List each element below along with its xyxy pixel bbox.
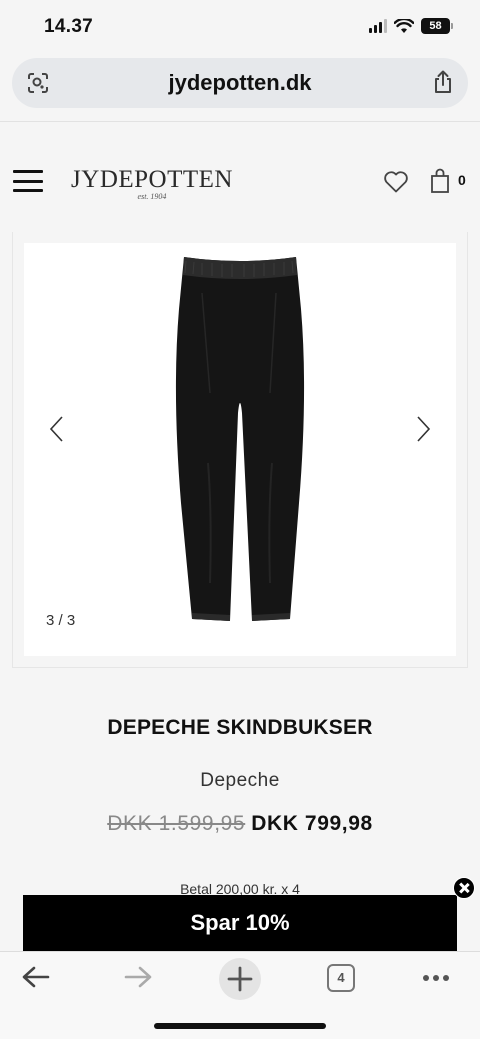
cart-count[interactable]: 0: [458, 172, 466, 188]
shopping-bag-icon[interactable]: [430, 168, 450, 194]
wifi-icon: [394, 18, 414, 33]
product-gallery[interactable]: 3 / 3: [24, 243, 456, 656]
chevron-right-icon[interactable]: [414, 415, 432, 443]
sale-price: DKK 799,98: [251, 812, 373, 835]
image-counter: 3 / 3: [46, 612, 76, 629]
old-price: DKK 1.599,95: [107, 812, 246, 835]
address-bar[interactable]: jydepotten.dk: [12, 58, 468, 108]
product-brand[interactable]: Depeche: [0, 770, 480, 792]
price-block: DKK 1.599,95 DKK 799,98: [0, 812, 480, 836]
hamburger-menu-icon[interactable]: [13, 170, 43, 192]
more-icon[interactable]: [422, 974, 450, 982]
heart-icon[interactable]: [383, 170, 409, 194]
arrow-right-icon[interactable]: [122, 962, 154, 992]
arrow-left-icon[interactable]: [20, 962, 52, 992]
status-bar: 14.37 58: [0, 0, 480, 52]
share-icon[interactable]: [432, 70, 454, 94]
site-logo[interactable]: JYDEPOTTEN est. 1904: [68, 166, 236, 201]
signal-icon: [369, 19, 387, 33]
tabs-icon[interactable]: 4: [327, 964, 355, 992]
close-icon[interactable]: [453, 877, 475, 899]
battery-indicator: 58: [421, 18, 453, 34]
chevron-left-icon[interactable]: [48, 415, 66, 443]
site-header: JYDEPOTTEN est. 1904 0: [0, 122, 480, 232]
plus-icon: [227, 966, 253, 992]
status-icons: 58: [369, 18, 453, 34]
url-text[interactable]: jydepotten.dk: [12, 70, 468, 96]
home-indicator: [154, 1023, 326, 1029]
product-image: [175, 257, 305, 621]
logo-text: JYDEPOTTEN: [71, 166, 233, 193]
promo-banner[interactable]: Spar 10%: [23, 895, 457, 953]
status-time: 14.37: [44, 16, 94, 37]
product-title: DEPECHE SKINDBUKSER: [107, 716, 373, 739]
new-tab-button[interactable]: [219, 958, 261, 1000]
